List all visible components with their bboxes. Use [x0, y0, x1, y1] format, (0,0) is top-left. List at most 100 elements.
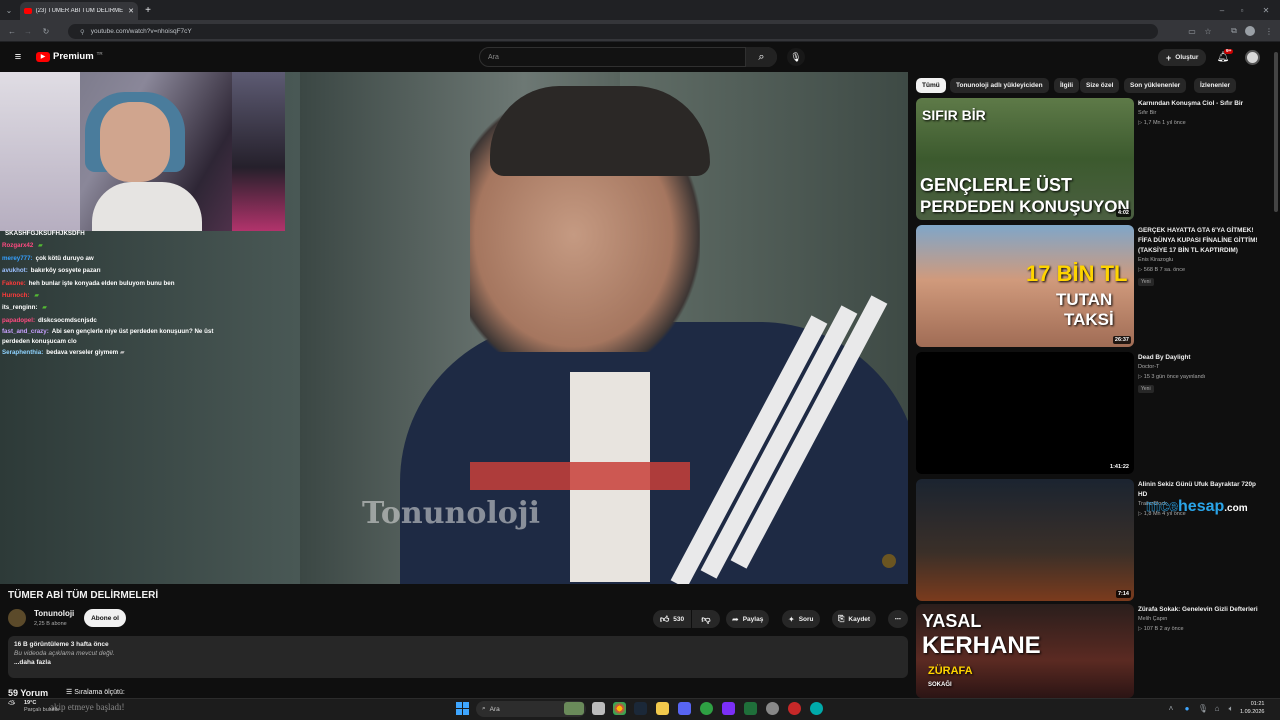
filter-chip[interactable]: Tümü: [916, 78, 946, 93]
video-thumbnail[interactable]: 1:41:22: [916, 352, 1134, 474]
forward-icon[interactable]: →: [22, 24, 34, 38]
thumbnail-text: KERHANE: [922, 632, 1041, 659]
steam-icon[interactable]: [634, 702, 647, 715]
tab-menu-chevron-icon[interactable]: ⌄: [4, 4, 14, 16]
tab-close-icon[interactable]: ✕: [128, 7, 134, 15]
filter-chip[interactable]: Tonunoloji adlı yükleyiciden: [950, 78, 1049, 93]
stream-alert-text: akip etmeye başladı!: [50, 702, 125, 712]
cast-icon[interactable]: ▭: [1186, 24, 1198, 38]
bookmark-star-icon[interactable]: ☆: [1202, 24, 1214, 38]
hamburger-menu-icon[interactable]: ≡: [12, 51, 24, 63]
video-thumbnail[interactable]: 7:14: [916, 479, 1134, 601]
recommended-channel-name[interactable]: Sıfır Bir: [1138, 110, 1156, 116]
recommended-video-title[interactable]: Dead By Daylight: [1138, 353, 1266, 363]
search-icon: ⌕: [758, 50, 765, 63]
search-highlight-icon[interactable]: [564, 702, 584, 715]
chat-message: SKASHFGJKSUFHJKSDFH: [0, 228, 285, 240]
recommended-video[interactable]: SIFIR BİR GENÇLERLE ÜST PERDEDEN KONUŞUYON…: [916, 98, 1276, 220]
filter-chip[interactable]: İzlenenler: [1194, 78, 1236, 93]
chat-text: bedava verseler giymem: [46, 349, 119, 357]
tray-overflow-icon[interactable]: ˄: [1166, 702, 1176, 715]
filter-chip[interactable]: Size özel: [1080, 78, 1120, 93]
recommended-video[interactable]: 1:41:22 Dead By Daylight Doctor-T ▷ 15 3 gü…: [916, 352, 1276, 474]
discord-icon[interactable]: [678, 702, 691, 715]
filter-chip[interactable]: Son yüklenenler: [1124, 78, 1187, 93]
channel-watermark-icon[interactable]: [882, 554, 896, 568]
clock-time: 01:21: [1250, 701, 1265, 707]
description-more-link[interactable]: ...daha fazla: [14, 659, 902, 666]
youtube-logo-icon: ▶: [36, 51, 50, 62]
thumbnail-text: 17 BİN TL: [1026, 261, 1128, 286]
account-avatar[interactable]: [1245, 50, 1260, 65]
maximize-icon[interactable]: ▫: [1236, 3, 1248, 17]
address-bar[interactable]: ⚲ youtube.com/watch?v=nhoisqF7cY: [68, 24, 1158, 39]
site-info-icon[interactable]: ⚲: [80, 28, 85, 36]
sort-comments-button[interactable]: ☰ Sıralama ölçütü:: [66, 688, 125, 696]
browser-menu-icon[interactable]: ⋮: [1264, 24, 1274, 38]
profile-avatar[interactable]: [1245, 26, 1255, 36]
reload-icon[interactable]: ↻: [40, 24, 52, 38]
browser-tab[interactable]: (23) TÜMER ABİ TÜM DELİRME ✕: [20, 2, 138, 20]
recommended-video[interactable]: YASAL KERHANE ZÜRAFA SOKAĞI Zürafa Sokak: Ge…: [916, 604, 1276, 698]
recommended-video-title[interactable]: Karnından Konuşma Ciol - Sıfır Bir: [1138, 99, 1266, 109]
chat-text: bakırköy sosyete pazarı: [30, 267, 101, 275]
video-thumbnail[interactable]: YASAL KERHANE ZÜRAFA SOKAĞI: [916, 604, 1134, 698]
video-watermark: Tonunoloji: [362, 496, 540, 531]
thumbnail-text: YASAL: [922, 611, 982, 631]
nvidia-icon[interactable]: [744, 702, 757, 715]
chat-text: çok kötü duruyo aw: [35, 254, 94, 262]
recommended-channel-name[interactable]: Melih Çapın: [1138, 616, 1167, 622]
youtube-favicon-icon: [24, 8, 32, 14]
new-badge: Yeni: [1138, 385, 1154, 393]
obs-icon[interactable]: [788, 702, 801, 715]
views-and-age: 15 3 gün önce yayınlandı: [1143, 374, 1206, 380]
search-input[interactable]: Ara: [479, 47, 777, 67]
like-button[interactable]: 👍︎ 530: [653, 610, 691, 628]
more-actions-button[interactable]: ⋯: [888, 610, 908, 628]
taskbar-clock[interactable]: 01:21 1.09.2026: [1240, 700, 1264, 716]
video-thumbnail[interactable]: SIFIR BİR GENÇLERLE ÜST PERDEDEN KONUŞUYON…: [916, 98, 1134, 220]
xbox-icon[interactable]: [700, 702, 713, 715]
settings-gear-icon[interactable]: [766, 702, 779, 715]
filter-chip[interactable]: İlgili: [1054, 78, 1079, 93]
file-explorer-icon[interactable]: [656, 702, 669, 715]
channel-avatar[interactable]: [8, 609, 26, 627]
subscribe-button[interactable]: Abone ol: [84, 609, 126, 627]
chat-username: Fakone:: [2, 279, 26, 287]
recommended-video-title[interactable]: Alinin Sekiz Günü Ufuk Bayraktar 720p HD: [1138, 480, 1266, 500]
volume-icon[interactable]: 🔈︎: [1226, 702, 1236, 715]
recommended-channel-name[interactable]: Doctor-T: [1138, 364, 1159, 370]
windows-start-icon[interactable]: [456, 702, 469, 715]
recommended-video-title[interactable]: GERÇEK HAYATTA GTA 6'YA GİTMEK! FİFA DÜN…: [1138, 226, 1266, 256]
ask-button[interactable]: ✦ Soru: [782, 610, 820, 628]
video-thumbnail[interactable]: 17 BİN TL TUTAN TAKSİ 26:37: [916, 225, 1134, 347]
recommended-video[interactable]: 17 BİN TL TUTAN TAKSİ 26:37 GERÇEK HAYATTA G…: [916, 225, 1276, 347]
search-button[interactable]: ⌕: [745, 47, 777, 67]
youtube-premium-logo[interactable]: ▶ Premium TR: [36, 51, 103, 62]
network-icon[interactable]: ⌂: [1212, 702, 1222, 715]
window-close-icon[interactable]: ✕: [1260, 3, 1272, 17]
task-view-icon[interactable]: [592, 702, 605, 715]
description-box[interactable]: 16 B görüntüleme 3 hafta önce Bu videoda…: [8, 636, 908, 678]
recommended-video-title[interactable]: Zürafa Sokak: Genelevin Gizli Defterleri: [1138, 605, 1266, 615]
new-tab-icon[interactable]: +: [142, 3, 154, 17]
tray-app-icon[interactable]: ●: [1182, 702, 1192, 715]
bookmark-icon: ⎘: [838, 614, 845, 623]
channel-name[interactable]: Tonunoloji: [34, 609, 74, 618]
back-icon[interactable]: ←: [6, 24, 18, 38]
minimize-icon[interactable]: –: [1216, 3, 1228, 17]
microphone-tray-icon[interactable]: 🎙︎: [1198, 702, 1208, 715]
save-button[interactable]: ⎘ Kaydet: [832, 610, 877, 628]
chat-emote-icon: ▰: [40, 304, 47, 312]
thumbnail-text: TAKSİ: [1064, 310, 1114, 329]
voice-search-button[interactable]: 🎙︎: [787, 48, 805, 66]
dislike-button[interactable]: 👎︎: [692, 610, 720, 628]
share-button[interactable]: ➦ Paylaş: [726, 610, 770, 628]
extensions-icon[interactable]: ⧉: [1228, 24, 1240, 38]
edge-icon[interactable]: [810, 702, 823, 715]
page-scrollbar[interactable]: [1274, 52, 1278, 212]
recommended-channel-name[interactable]: Enis Kirazoglu: [1138, 257, 1173, 263]
create-button[interactable]: + Oluştur: [1158, 49, 1207, 66]
chrome-icon[interactable]: [613, 702, 626, 715]
app-grid-icon[interactable]: [722, 702, 735, 715]
